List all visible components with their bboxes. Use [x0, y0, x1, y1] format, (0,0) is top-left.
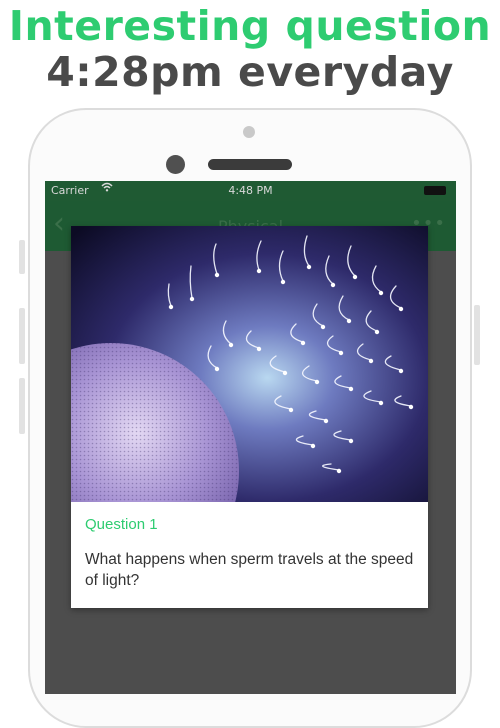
- sperm-egg-illustration: [71, 226, 428, 502]
- status-bar: Carrier 4:48 PM: [45, 181, 456, 201]
- phone-volume-up-button: [19, 308, 25, 364]
- question-card[interactable]: Question 1 What happens when sperm trave…: [71, 226, 428, 608]
- headline-title: Interesting question: [8, 2, 492, 50]
- phone-camera: [166, 155, 185, 174]
- question-text: What happens when sperm travels at the s…: [85, 551, 414, 589]
- status-time: 4:48 PM: [228, 184, 273, 197]
- phone-volume-down-button: [19, 378, 25, 434]
- battery-icon: [424, 186, 446, 195]
- phone-speaker: [208, 159, 292, 170]
- question-number-label: Question 1: [85, 516, 158, 533]
- phone-power-button: [474, 305, 480, 365]
- phone-mute-switch: [19, 240, 25, 274]
- phone-sensor: [243, 126, 255, 138]
- headline-subtitle: 4:28pm everyday: [46, 48, 454, 96]
